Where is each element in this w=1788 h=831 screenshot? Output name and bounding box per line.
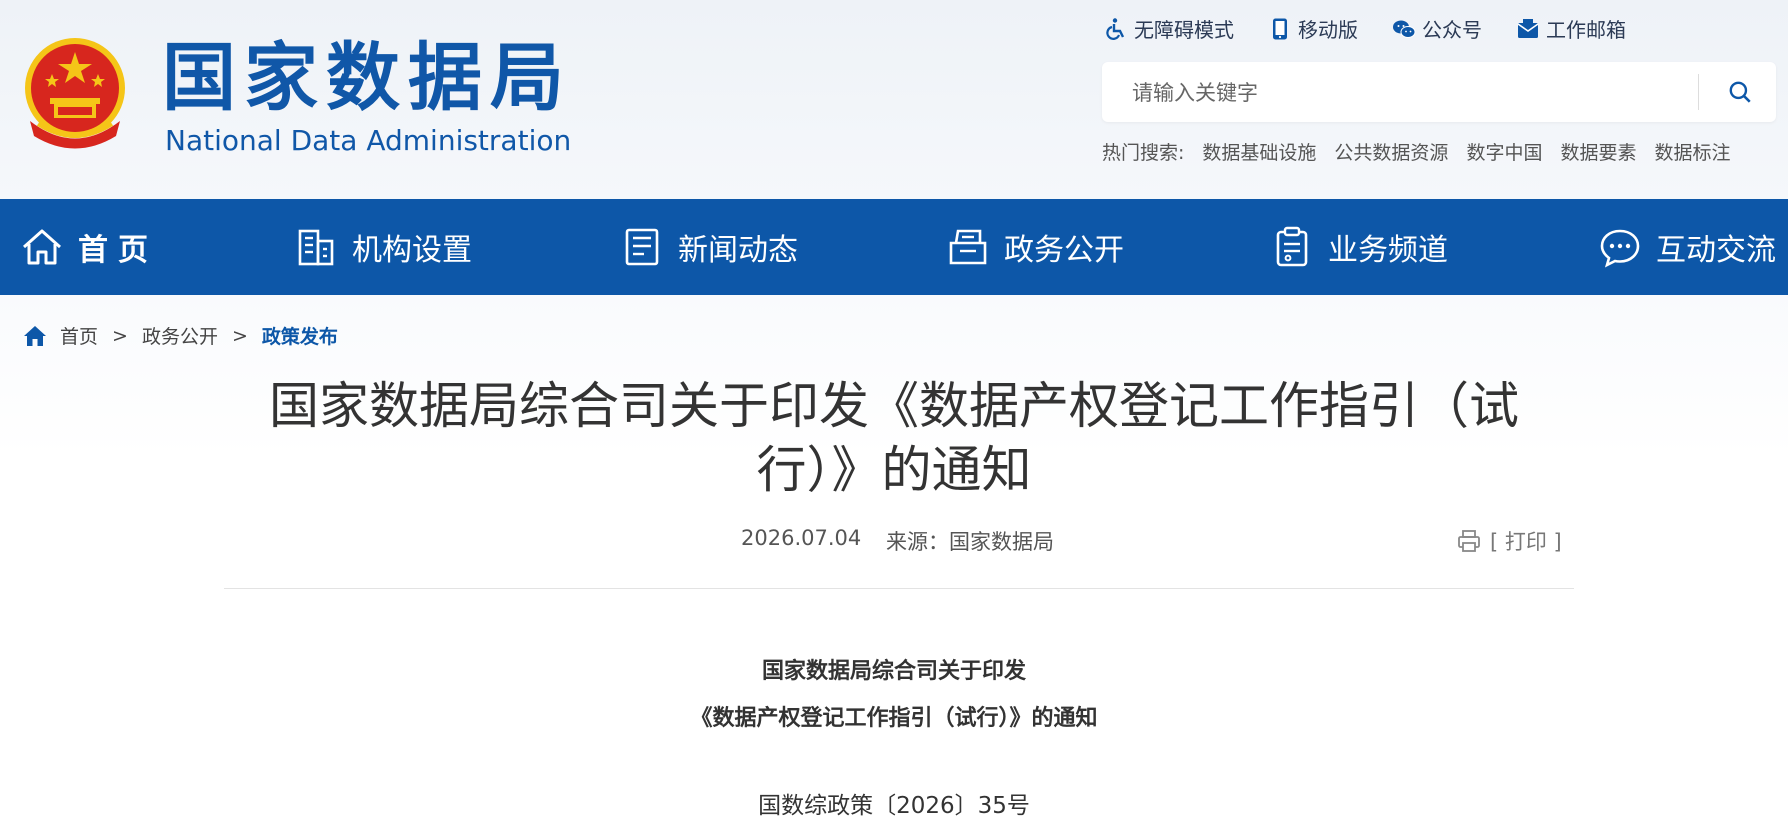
site-header: 国家数据局 National Data Administration 无障碍模式… (0, 0, 1788, 199)
breadcrumb-separator: > (112, 324, 128, 347)
print-label: [ 打印 ] (1490, 530, 1562, 554)
wechat-label: 公众号 (1422, 18, 1482, 42)
work-email-link[interactable]: 工作邮箱 (1516, 14, 1626, 43)
nav-item-news[interactable]: 新闻动态 (620, 199, 798, 295)
clipboard-icon (1276, 226, 1308, 267)
wechat-link[interactable]: 公众号 (1392, 14, 1482, 43)
hot-search-item[interactable]: 数据要素 (1560, 138, 1636, 165)
breadcrumb-home[interactable]: 首页 (60, 322, 98, 349)
search-input[interactable] (1130, 72, 1674, 114)
search-icon (1729, 81, 1751, 103)
accessibility-label: 无障碍模式 (1134, 18, 1234, 42)
search-button[interactable] (1716, 72, 1764, 112)
breadcrumb-separator: > (231, 324, 248, 347)
divider (224, 588, 1574, 589)
nav-item-home[interactable]: 首页 (20, 199, 158, 295)
hot-search-item[interactable]: 数据标注 (1654, 138, 1730, 165)
printer-icon (1458, 530, 1480, 552)
main-nav: 首页 机构设置 新闻动态 政务公开 业务频道 互动交流 (0, 199, 1788, 295)
page: 国家数据局 National Data Administration 无障碍模式… (0, 0, 1788, 831)
document-heading: 国家数据局综合司关于印发 《数据产权登记工作指引（试行）》的通知 (0, 648, 1788, 742)
search-divider (1698, 74, 1699, 110)
hot-search: 热门搜索: 数据基础设施 公共数据资源 数字中国 数据要素 数据标注 (1102, 138, 1730, 165)
breadcrumb-current[interactable]: 政策发布 (262, 322, 338, 349)
hot-search-item[interactable]: 数字中国 (1466, 138, 1542, 165)
nav-item-organization[interactable]: 机构设置 (294, 199, 472, 295)
article-source: 来源：国家数据局 (886, 530, 1054, 554)
site-name-cn[interactable]: 国家数据局 (162, 36, 572, 120)
nav-label-organization: 机构设置 (352, 233, 472, 268)
nav-label-business-channel: 业务频道 (1328, 233, 1448, 268)
mobile-version-label: 移动版 (1298, 18, 1358, 42)
nav-item-interaction[interactable]: 互动交流 (1598, 199, 1776, 295)
nav-label-news: 新闻动态 (678, 233, 798, 268)
work-email-label: 工作邮箱 (1546, 18, 1626, 42)
national-emblem-icon[interactable] (20, 36, 130, 154)
search-box (1102, 62, 1776, 122)
article-title-line: 行）》的通知 (756, 441, 1032, 499)
mobile-version-link[interactable]: 移动版 (1268, 14, 1358, 43)
nav-label-home: 首页 (78, 233, 158, 268)
building-icon (298, 229, 334, 266)
breadcrumb-government-affairs[interactable]: 政务公开 (142, 322, 218, 349)
home-icon (23, 229, 61, 265)
site-name-en[interactable]: National Data Administration (165, 124, 571, 158)
nav-item-government-affairs[interactable]: 政务公开 (946, 199, 1124, 295)
top-links: 无障碍模式 移动版 公众号 工作邮箱 (1104, 14, 1626, 43)
nav-label-government-affairs: 政务公开 (1004, 233, 1124, 268)
document-icon (625, 228, 659, 266)
hot-search-item[interactable]: 公共数据资源 (1334, 138, 1448, 165)
nav-item-business-channel[interactable]: 业务频道 (1270, 199, 1448, 295)
chat-icon (1600, 229, 1640, 268)
mobile-icon (1273, 18, 1287, 39)
hot-search-label: 热门搜索: (1102, 142, 1185, 164)
accessibility-link[interactable]: 无障碍模式 (1104, 14, 1234, 43)
mail-icon (1517, 18, 1539, 38)
wheelchair-icon (1106, 17, 1125, 40)
folder-icon (949, 229, 987, 265)
hot-search-item[interactable]: 数据基础设施 (1202, 138, 1316, 165)
document-number: 国数综政策〔2026〕35号 (758, 793, 1030, 819)
print-button[interactable]: [ 打印 ] (1456, 526, 1562, 556)
document-heading-line: 国家数据局综合司关于印发 (761, 659, 1026, 684)
nav-label-interaction: 互动交流 (1656, 233, 1776, 268)
publish-date: 2026.07.04 (741, 526, 862, 550)
breadcrumb: 首页 > 政务公开 > 政策发布 (22, 322, 338, 349)
article-title-line: 国家数据局综合司关于印发《数据产权登记工作指引（试 (269, 377, 1519, 435)
article-title: 国家数据局综合司关于印发《数据产权登记工作指引（试 行）》的通知 (220, 374, 1568, 502)
document-heading-line: 《数据产权登记工作指引（试行）》的通知 (690, 706, 1098, 731)
wechat-icon (1393, 20, 1416, 38)
home-icon[interactable] (22, 324, 48, 348)
